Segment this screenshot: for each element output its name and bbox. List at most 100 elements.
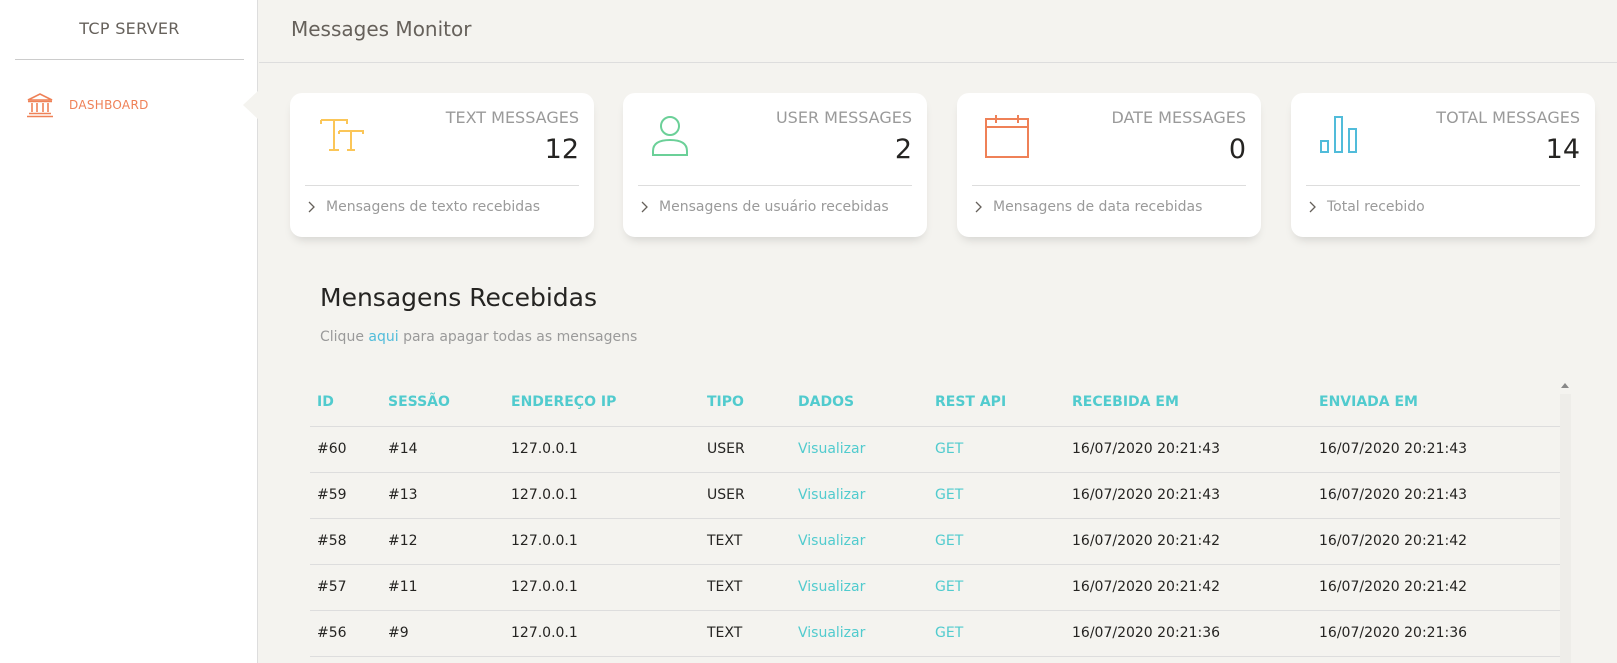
cell-sent: 16/07/2020 20:21:36 — [1312, 610, 1560, 657]
card-divider — [972, 185, 1246, 186]
column-header[interactable]: DADOS — [791, 378, 928, 427]
column-header[interactable]: ENDEREÇO IP — [504, 378, 700, 427]
column-header[interactable]: RECEBIDA EM — [1065, 378, 1312, 427]
cell-sent: 16/07/2020 20:21:43 — [1312, 472, 1560, 519]
column-header[interactable]: ID — [310, 378, 381, 427]
rest-api-link[interactable]: GET — [935, 579, 963, 595]
card-divider — [1306, 185, 1580, 186]
cell-type: USER — [700, 472, 791, 519]
cell-sent: 16/07/2020 20:21:42 — [1312, 564, 1560, 611]
card-category: DATE MESSAGES — [1111, 108, 1246, 127]
cell-session: #11 — [381, 564, 504, 611]
calendar-icon — [985, 113, 1033, 161]
column-header[interactable]: TIPO — [700, 378, 791, 427]
cell-id: #59 — [310, 472, 381, 519]
sidebar-item-dashboard[interactable]: DASHBOARD — [26, 92, 149, 118]
cell-api: GET — [928, 518, 1065, 565]
stat-card-user: USER MESSAGES 2 Mensagens de usuário rec… — [623, 93, 927, 237]
card-category: USER MESSAGES — [775, 108, 912, 127]
cell-ip: 127.0.0.1 — [504, 564, 700, 611]
cell-api: GET — [928, 610, 1065, 657]
cell-received: 16/07/2020 20:21:42 — [1065, 564, 1312, 611]
cell-ip: 127.0.0.1 — [504, 426, 700, 473]
cell-type: USER — [700, 426, 791, 473]
chevron-right-icon — [641, 201, 648, 213]
stat-card-text: TEXT MESSAGES 12 Mensagens de texto rece… — [290, 93, 594, 237]
cell-id: #58 — [310, 518, 381, 565]
cell-ip: 127.0.0.1 — [504, 472, 700, 519]
cell-id: #56 — [310, 610, 381, 657]
cell-data: Visualizar — [791, 564, 928, 611]
text-format-icon — [318, 113, 366, 161]
cell-api: GET — [928, 426, 1065, 473]
card-value: 14 — [1545, 134, 1580, 165]
app-logo[interactable]: TCP SERVER — [15, 0, 244, 60]
page-title[interactable]: Messages Monitor — [291, 17, 471, 41]
sidebar: TCP SERVER DASHBOARD — [0, 0, 258, 663]
delete-all-link[interactable]: aqui — [368, 329, 398, 345]
rest-api-link[interactable]: GET — [935, 487, 963, 503]
rest-api-link[interactable]: GET — [935, 533, 963, 549]
subtitle-text-after: para apagar todas as mensagens — [403, 329, 638, 345]
table-row: #58 #12 127.0.0.1 TEXT Visualizar GET 16… — [310, 518, 1560, 565]
card-value: 2 — [894, 134, 912, 165]
view-data-link[interactable]: Visualizar — [798, 487, 865, 503]
stat-card-total: TOTAL MESSAGES 14 Total recebido — [1291, 93, 1595, 237]
cell-session: #14 — [381, 426, 504, 473]
cell-api: GET — [928, 564, 1065, 611]
table-scrollbar[interactable] — [1560, 394, 1571, 663]
cell-data: Visualizar — [791, 610, 928, 657]
cell-data: Visualizar — [791, 426, 928, 473]
messages-table-container: ID SESSÃO ENDEREÇO IP TIPO DADOS REST AP… — [310, 378, 1560, 663]
column-header[interactable]: ENVIADA EM — [1312, 378, 1560, 427]
stat-card-date: DATE MESSAGES 0 Mensagens de data recebi… — [957, 93, 1261, 237]
card-value: 12 — [544, 134, 579, 165]
bar-chart-icon — [1319, 113, 1367, 161]
subtitle-text-before: Clique — [320, 329, 364, 345]
cell-type: TEXT — [700, 518, 791, 565]
scroll-up-icon[interactable] — [1561, 383, 1569, 388]
active-caret — [243, 90, 259, 120]
table-row: #60 #14 127.0.0.1 USER Visualizar GET 16… — [310, 426, 1560, 473]
user-icon — [651, 113, 699, 161]
cell-ip: 127.0.0.1 — [504, 610, 700, 657]
table-header-row: ID SESSÃO ENDEREÇO IP TIPO DADOS REST AP… — [310, 378, 1560, 427]
cell-data: Visualizar — [791, 472, 928, 519]
card-divider — [638, 185, 912, 186]
card-footer: Mensagens de usuário recebidas — [639, 199, 889, 215]
card-footer-text: Mensagens de texto recebidas — [326, 199, 541, 215]
card-category: TEXT MESSAGES — [445, 108, 579, 127]
rest-api-link[interactable]: GET — [935, 441, 963, 457]
cell-sent: 16/07/2020 20:21:43 — [1312, 426, 1560, 473]
table-row: #59 #13 127.0.0.1 USER Visualizar GET 16… — [310, 472, 1560, 519]
cell-sent: 16/07/2020 20:21:42 — [1312, 518, 1560, 565]
rest-api-link[interactable]: GET — [935, 625, 963, 641]
chevron-right-icon — [308, 201, 315, 213]
column-header[interactable]: SESSÃO — [381, 378, 504, 427]
cell-type: TEXT — [700, 564, 791, 611]
table-row: #56 #9 127.0.0.1 TEXT Visualizar GET 16/… — [310, 610, 1560, 657]
sidebar-item-label: DASHBOARD — [69, 98, 149, 112]
view-data-link[interactable]: Visualizar — [798, 441, 865, 457]
view-data-link[interactable]: Visualizar — [798, 579, 865, 595]
messages-subtitle: Clique aqui para apagar todas as mensage… — [320, 329, 637, 345]
cell-id: #57 — [310, 564, 381, 611]
view-data-link[interactable]: Visualizar — [798, 533, 865, 549]
card-footer: Mensagens de data recebidas — [973, 199, 1202, 215]
card-value: 0 — [1228, 134, 1246, 165]
card-category: TOTAL MESSAGES — [1436, 108, 1580, 127]
card-footer: Total recebido — [1307, 199, 1425, 215]
column-header[interactable]: REST API — [928, 378, 1065, 427]
card-footer: Mensagens de texto recebidas — [306, 199, 540, 215]
view-data-link[interactable]: Visualizar — [798, 625, 865, 641]
cell-data: Visualizar — [791, 518, 928, 565]
cell-session: #12 — [381, 518, 504, 565]
cell-ip: 127.0.0.1 — [504, 518, 700, 565]
cell-id: #60 — [310, 426, 381, 473]
chevron-right-icon — [975, 201, 982, 213]
cell-received: 16/07/2020 20:21:42 — [1065, 518, 1312, 565]
cell-session: #13 — [381, 472, 504, 519]
cell-api: GET — [928, 472, 1065, 519]
bank-icon — [26, 92, 54, 118]
card-footer-text: Total recebido — [1327, 199, 1425, 215]
